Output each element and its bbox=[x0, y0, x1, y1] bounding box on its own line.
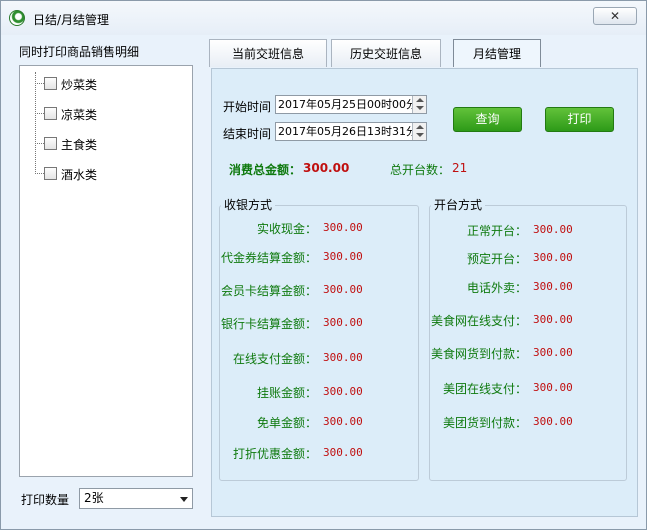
payment-row-label: 实收现金： bbox=[256, 222, 317, 236]
opening-row-label: 美团在线支付： bbox=[442, 382, 527, 396]
payment-method-group bbox=[219, 205, 419, 481]
opening-row-value: 300.00 bbox=[533, 223, 573, 236]
payment-row-label: 在线支付金额： bbox=[232, 352, 317, 366]
payment-row-label: 挂账金额： bbox=[256, 386, 317, 400]
payment-row-value: 300.00 bbox=[323, 385, 363, 398]
category-checkbox[interactable] bbox=[44, 167, 57, 180]
opening-row-value: 300.00 bbox=[533, 280, 573, 293]
table-count-label: 总开台数： bbox=[390, 163, 451, 177]
category-checkbox[interactable] bbox=[44, 137, 57, 150]
tab-current-shift[interactable]: 当前交班信息 bbox=[209, 39, 327, 67]
chevron-down-icon bbox=[180, 497, 188, 502]
query-button[interactable]: 查询 bbox=[453, 107, 522, 132]
payment-row-value: 300.00 bbox=[323, 221, 363, 234]
payment-row-label: 打折优惠金额： bbox=[232, 447, 317, 461]
payment-row-value: 300.00 bbox=[323, 250, 363, 263]
opening-row-value: 300.00 bbox=[533, 251, 573, 264]
tab-monthly-close[interactable]: 月结管理 bbox=[453, 39, 541, 67]
start-time-label: 开始时间 bbox=[223, 100, 272, 114]
category-label: 酒水类 bbox=[61, 168, 98, 182]
category-label: 凉菜类 bbox=[61, 108, 98, 122]
close-button[interactable]: ✕ bbox=[593, 7, 637, 25]
tree-connector bbox=[35, 72, 36, 172]
payment-row-value: 300.00 bbox=[323, 351, 363, 364]
total-amount-label: 消费总金额： bbox=[229, 163, 302, 177]
payment-row-label: 免单金额： bbox=[256, 416, 317, 430]
payment-row-label: 会员卡结算金额： bbox=[221, 284, 318, 298]
opening-row-label: 电话外卖： bbox=[466, 281, 527, 295]
opening-row-label: 预定开台： bbox=[466, 252, 527, 266]
category-label: 主食类 bbox=[61, 138, 98, 152]
opening-row-label: 正常开台： bbox=[466, 224, 527, 238]
payment-row-label: 银行卡结算金额： bbox=[221, 317, 318, 331]
close-icon: ✕ bbox=[609, 9, 621, 23]
opening-row-value: 300.00 bbox=[533, 313, 573, 326]
app-logo-icon bbox=[9, 10, 25, 26]
spin-down-icon bbox=[416, 133, 424, 137]
payment-row-value: 300.00 bbox=[323, 316, 363, 329]
print-button[interactable]: 打印 bbox=[545, 107, 614, 132]
opening-row-label: 美食网在线支付： bbox=[431, 314, 528, 328]
opening-method-title: 开台方式 bbox=[431, 196, 486, 213]
spin-down-icon bbox=[416, 106, 424, 110]
opening-row-value: 300.00 bbox=[533, 346, 573, 359]
category-checkbox[interactable] bbox=[44, 77, 57, 90]
spin-up-icon bbox=[416, 125, 424, 129]
title-bar: 日结/月结管理 ✕ bbox=[1, 1, 646, 35]
opening-row-label: 美团货到付款： bbox=[442, 416, 527, 430]
print-detail-title: 同时打印商品销售明细 bbox=[19, 45, 140, 59]
opening-row-label: 美食网货到付款： bbox=[431, 347, 528, 361]
category-label: 炒菜类 bbox=[61, 78, 98, 92]
print-count-value: 2张 bbox=[84, 491, 104, 505]
payment-row-value: 300.00 bbox=[323, 283, 363, 296]
spin-up-icon bbox=[416, 98, 424, 102]
print-count-select[interactable]: 2张 bbox=[79, 488, 193, 509]
start-time-input[interactable]: 2017年05月25日00时00分 bbox=[275, 95, 427, 114]
opening-row-value: 300.00 bbox=[533, 381, 573, 394]
start-time-value: 2017年05月25日00时00分 bbox=[278, 98, 417, 111]
total-amount-value: 300.00 bbox=[303, 161, 350, 175]
end-time-input[interactable]: 2017年05月26日13时31分 bbox=[275, 122, 427, 141]
payment-row-value: 300.00 bbox=[323, 415, 363, 428]
window: 日结/月结管理 ✕ 同时打印商品销售明细 炒菜类 凉菜类 主食类 酒水类 打印数… bbox=[0, 0, 647, 530]
end-time-label: 结束时间 bbox=[223, 127, 272, 141]
opening-row-value: 300.00 bbox=[533, 415, 573, 428]
end-time-spinner[interactable] bbox=[412, 123, 426, 140]
opening-method-group bbox=[429, 205, 627, 481]
category-checkbox[interactable] bbox=[44, 107, 57, 120]
window-title: 日结/月结管理 bbox=[33, 13, 110, 27]
category-tree: 炒菜类 凉菜类 主食类 酒水类 bbox=[19, 65, 193, 477]
end-time-value: 2017年05月26日13时31分 bbox=[278, 125, 417, 138]
table-count-value: 21 bbox=[452, 161, 468, 175]
print-count-label: 打印数量 bbox=[21, 493, 70, 507]
payment-row-value: 300.00 bbox=[323, 446, 363, 459]
start-time-spinner[interactable] bbox=[412, 96, 426, 113]
payment-method-title: 收银方式 bbox=[221, 196, 276, 213]
payment-row-label: 代金券结算金额： bbox=[221, 251, 318, 265]
tab-shift-history[interactable]: 历史交班信息 bbox=[331, 39, 441, 67]
